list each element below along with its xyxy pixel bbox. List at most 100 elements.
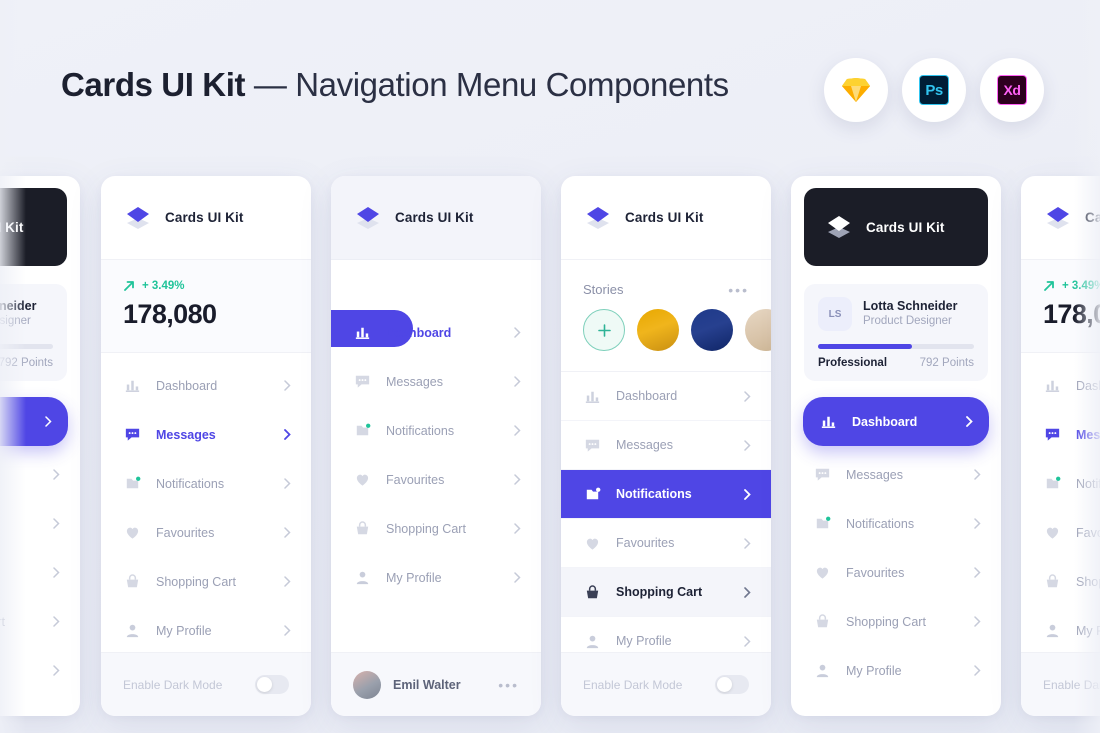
nav-item-shopping-cart[interactable]: Shopping Cart (561, 568, 771, 617)
nav-item-my-profile[interactable]: My Profile (791, 646, 1001, 695)
nav-item-dashboard[interactable]: Dashboard (101, 361, 311, 410)
nav-item-shopping-cart[interactable]: Shopping Cart (0, 597, 80, 646)
nav-label: Notifications (0, 517, 39, 531)
brand-name: Cards UI Kit (395, 210, 474, 225)
dark-mode-footer: Enable Dark Mode (1021, 652, 1100, 716)
xd-icon: Xd (997, 75, 1027, 105)
nav-list: Dashboard Messages Notifications Favouri… (561, 372, 771, 666)
chevron-right-icon (45, 416, 52, 427)
nav-item-dashboard[interactable]: Dashboard (0, 397, 68, 446)
logo-icon (357, 206, 379, 229)
dashboard-icon (821, 416, 836, 428)
sketch-badge[interactable] (824, 58, 888, 122)
cart-icon (1046, 574, 1059, 588)
nav-item-notifications[interactable]: Notifications (561, 470, 771, 519)
avatar: LS (818, 297, 852, 331)
nav-item-messages[interactable]: Messages (0, 450, 80, 499)
brand-header: Cards UI Kit (561, 176, 771, 260)
heart-icon (816, 567, 829, 579)
messages-icon (355, 375, 370, 388)
brand-header: Cards UI Kit (101, 176, 311, 260)
photoshop-icon: Ps (919, 75, 949, 105)
dark-mode-toggle[interactable] (255, 675, 289, 694)
nav-item-messages[interactable]: Messages (1021, 410, 1100, 459)
nav-item-dashboard[interactable]: Dashboard (803, 397, 989, 446)
nav-item-favourites[interactable]: Favourites (101, 508, 311, 557)
nav-item-shopping-cart[interactable]: Shopping Cart (331, 504, 541, 553)
profile-card[interactable]: LS Lotta Schneider Product Designer Prof… (804, 284, 988, 381)
nav-label: Messages (1076, 427, 1100, 442)
more-options-icon[interactable]: ••• (498, 678, 519, 692)
cart-icon (816, 614, 829, 628)
nav-item-favourites[interactable]: Favourites (1021, 508, 1100, 557)
nav-list: Dashboard Messages Notifications Favouri… (331, 260, 541, 610)
messages-icon (815, 468, 830, 481)
nav-item-shopping-cart[interactable]: Shopping Cart (1021, 557, 1100, 606)
dark-mode-toggle[interactable] (715, 675, 749, 694)
nav-item-my-profile[interactable]: My Profile (0, 646, 80, 695)
more-options-icon[interactable]: ••• (728, 283, 749, 297)
nav-item-messages[interactable]: Messages (791, 450, 1001, 499)
stats-block: + 3.49% 178,080 (101, 260, 311, 353)
nav-label: My Profile (616, 634, 672, 648)
nav-item-shopping-cart[interactable]: Shopping Cart (791, 597, 1001, 646)
brand-header-dark: Cards UI Kit (804, 188, 988, 266)
nav-item-favourites[interactable]: Favourites (331, 455, 541, 504)
brand-name: Cards UI Kit (165, 210, 244, 225)
chevron-right-icon (744, 635, 751, 647)
nav-item-notifications[interactable]: Notifications (331, 406, 541, 455)
nav-item-my-profile[interactable]: My Profile (1021, 606, 1100, 655)
nav-item-messages[interactable]: Messages (561, 421, 771, 470)
profile-card[interactable]: LS Lotta Schneider Product Designer Prof… (0, 284, 67, 381)
nav-label: Messages (156, 427, 216, 442)
chevron-right-icon (514, 523, 521, 534)
chevron-right-icon (744, 439, 751, 451)
nav-item-notifications[interactable]: Notifications (0, 499, 80, 548)
story-avatar[interactable] (637, 309, 679, 351)
photoshop-badge[interactable]: Ps (902, 58, 966, 122)
user-icon (126, 624, 139, 638)
nav-label: My Profile (846, 663, 902, 678)
nav-item-notifications[interactable]: Notifications (101, 459, 311, 508)
nav-item-dashboard[interactable]: Dashboard (1021, 361, 1100, 410)
nav-label: Shopping Cart (0, 614, 5, 629)
nav-item-my-profile[interactable]: My Profile (101, 606, 311, 655)
profile-name: Lotta Schneider (0, 298, 37, 313)
dark-mode-label: Enable Dark Mode (123, 677, 223, 692)
nav-item-notifications[interactable]: Notifications (791, 499, 1001, 548)
page-title-strong: Cards UI Kit (61, 66, 246, 103)
chevron-right-icon (284, 527, 291, 538)
nav-label: Messages (846, 467, 903, 482)
xd-badge[interactable]: Xd (980, 58, 1044, 122)
nav-card-3: Cards UI Kit Dashboard Messages Notifica… (331, 176, 541, 716)
nav-item-notifications[interactable]: Notifications (1021, 459, 1100, 508)
nav-item-favourites[interactable]: Favourites (0, 548, 80, 597)
nav-item-favourites[interactable]: Favourites (561, 519, 771, 568)
chevron-right-icon (514, 572, 521, 583)
add-story-button[interactable] (583, 309, 625, 351)
nav-list: Dashboard Messages Notifications Favouri… (101, 353, 311, 663)
profile-row: LS Lotta Schneider Product Designer (0, 297, 53, 331)
profile-role: Product Designer (863, 315, 952, 328)
chevron-right-icon (53, 665, 60, 676)
notifications-icon (816, 516, 831, 529)
nav-item-my-profile[interactable]: My Profile (331, 553, 541, 602)
chevron-right-icon (284, 380, 291, 391)
nav-item-dashboard[interactable]: Dashboard (331, 308, 541, 357)
story-avatar[interactable] (745, 309, 771, 351)
nav-label: Favourites (0, 566, 39, 580)
nav-item-favourites[interactable]: Favourites (791, 548, 1001, 597)
brand-header: Cards UI Kit (331, 176, 541, 260)
nav-list: Dashboard Messages Notifications Favouri… (791, 385, 1001, 703)
chevron-right-icon (284, 478, 291, 489)
nav-item-messages[interactable]: Messages (101, 410, 311, 459)
chevron-right-icon (744, 488, 751, 500)
nav-item-messages[interactable]: Messages (331, 357, 541, 406)
story-avatar[interactable] (691, 309, 733, 351)
trend-indicator: + 3.49% (123, 280, 289, 292)
profile-wrap: LS Lotta Schneider Product Designer Prof… (791, 274, 1001, 385)
nav-item-shopping-cart[interactable]: Shopping Cart (101, 557, 311, 606)
nav-item-dashboard[interactable]: Dashboard (561, 372, 771, 421)
brand-header: Cards UI Kit (1021, 176, 1100, 260)
cart-icon (586, 584, 599, 598)
